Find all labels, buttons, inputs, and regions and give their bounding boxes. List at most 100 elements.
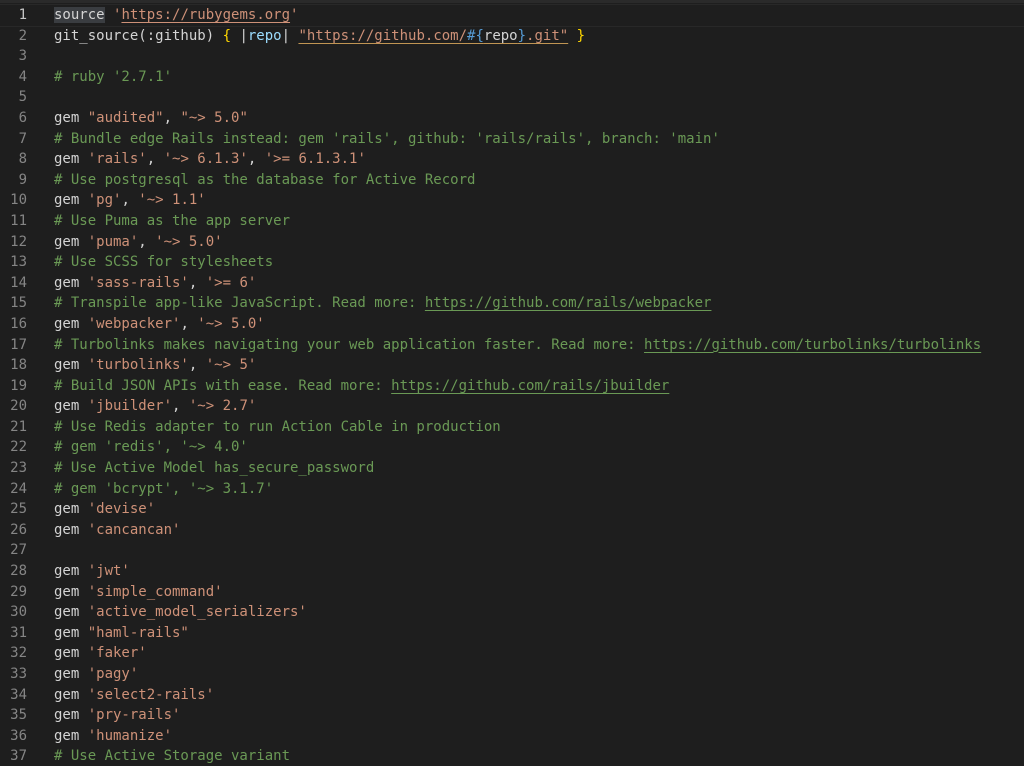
code-line[interactable]: 11 # Use Puma as the app server	[0, 211, 1024, 232]
line-number: 8	[18, 151, 27, 168]
line-code[interactable]: gem 'puma', '~> 5.0'	[54, 232, 223, 253]
line-number: 28	[10, 563, 27, 580]
code-token: gem	[54, 563, 88, 580]
code-line[interactable]: 35 gem 'pry-rails'	[0, 705, 1024, 726]
code-line[interactable]: 25 gem 'devise'	[0, 499, 1024, 520]
line-code[interactable]: gem 'devise'	[54, 499, 155, 520]
code-line[interactable]: 18 gem 'turbolinks', '~> 5'	[0, 355, 1024, 376]
line-code[interactable]: gem "haml-rails"	[54, 623, 189, 644]
code-token: '~> 1.1'	[138, 192, 206, 209]
code-line[interactable]: 33 gem 'pagy'	[0, 664, 1024, 685]
line-code[interactable]: # gem 'redis', '~> 4.0'	[54, 437, 248, 458]
code-line[interactable]: 4 # ruby '2.7.1'	[0, 67, 1024, 88]
code-token: 'sass-rails'	[87, 274, 189, 291]
code-token: # Use Active Storage variant	[54, 748, 291, 765]
code-line[interactable]: 15 # Transpile app-like JavaScript. Read …	[0, 293, 1024, 314]
code-token: 'rails'	[87, 151, 147, 168]
line-code[interactable]: gem 'select2-rails'	[54, 685, 214, 706]
line-code[interactable]: source 'https://rubygems.org'	[54, 5, 298, 26]
line-code[interactable]: gem 'webpacker', '~> 5.0'	[54, 314, 265, 335]
code-line[interactable]: 32 gem 'faker'	[0, 643, 1024, 664]
code-token: ,	[121, 192, 139, 209]
line-number: 7	[18, 130, 27, 147]
line-code[interactable]: gem 'cancancan'	[54, 520, 180, 541]
line-code[interactable]: gem 'faker'	[54, 643, 147, 664]
code-line[interactable]: 19 # Build JSON APIs with ease. Read more…	[0, 376, 1024, 397]
code-line[interactable]: 6 gem "audited", "~> 5.0"	[0, 108, 1024, 129]
code-line[interactable]: 1 source 'https://rubygems.org'	[0, 4, 1024, 27]
code-token: # ruby '2.7.1'	[54, 68, 173, 85]
line-code[interactable]: # Use SCSS for stylesheets	[54, 252, 273, 273]
line-number: 16	[10, 315, 27, 332]
code-line[interactable]: 10 gem 'pg', '~> 1.1'	[0, 190, 1024, 211]
code-line[interactable]: 8 gem 'rails', '~> 6.1.3', '>= 6.1.3.1'	[0, 149, 1024, 170]
code-token: # Turbolinks makes navigating your web a…	[54, 336, 645, 353]
code-token: 'puma'	[87, 233, 139, 250]
line-code[interactable]: # ruby '2.7.1'	[54, 67, 172, 88]
code-line[interactable]: 9 # Use postgresql as the database for Ac…	[0, 170, 1024, 191]
line-code[interactable]: gem 'pagy'	[54, 664, 138, 685]
line-code[interactable]: # Use Active Storage variant	[54, 746, 290, 766]
code-line[interactable]: 3	[0, 46, 1024, 67]
line-code[interactable]: gem 'pry-rails'	[54, 705, 180, 726]
code-token: 'jbuilder'	[87, 398, 173, 415]
line-number: 2	[18, 27, 27, 44]
code-line[interactable]: 31 gem "haml-rails"	[0, 623, 1024, 644]
code-line[interactable]: 36 gem 'humanize'	[0, 726, 1024, 747]
code-editor[interactable]: 1 source 'https://rubygems.org' 2 git_sourc…	[0, 0, 1024, 766]
code-line[interactable]: 37 # Use Active Storage variant	[0, 746, 1024, 766]
code-line[interactable]: 13 # Use SCSS for stylesheets	[0, 252, 1024, 273]
line-code[interactable]: gem 'turbolinks', '~> 5'	[54, 355, 256, 376]
code-line[interactable]: 27	[0, 540, 1024, 561]
line-code[interactable]: # Transpile app-like JavaScript. Read mo…	[54, 293, 711, 314]
code-line[interactable]: 2 git_source(:github) { |repo| "https://g…	[0, 26, 1024, 47]
line-code[interactable]: gem 'jwt'	[54, 561, 130, 582]
code-line[interactable]: 28 gem 'jwt'	[0, 561, 1024, 582]
code-line[interactable]: 34 gem 'select2-rails'	[0, 685, 1024, 706]
line-code[interactable]: gem 'active_model_serializers'	[54, 602, 307, 623]
line-code[interactable]: gem "audited", "~> 5.0"	[54, 108, 248, 129]
code-line[interactable]: 24 # gem 'bcrypt', '~> 3.1.7'	[0, 479, 1024, 500]
code-line[interactable]: 26 gem 'cancancan'	[0, 520, 1024, 541]
code-line[interactable]: 17 # Turbolinks makes navigating your web…	[0, 335, 1024, 356]
code-token: gem	[54, 315, 88, 332]
code-line[interactable]: 23 # Use Active Model has_secure_password	[0, 458, 1024, 479]
line-code[interactable]: # Build JSON APIs with ease. Read more: …	[54, 376, 669, 397]
code-lines[interactable]: 1 source 'https://rubygems.org' 2 git_sourc…	[0, 4, 1024, 766]
code-token: |	[231, 27, 248, 44]
code-token: gem	[54, 583, 88, 600]
line-code[interactable]: # Use postgresql as the database for Act…	[54, 170, 475, 191]
code-line[interactable]: 16 gem 'webpacker', '~> 5.0'	[0, 314, 1024, 335]
code-token: '~> 5.0'	[197, 315, 265, 332]
line-code[interactable]: # Use Active Model has_secure_password	[54, 458, 374, 479]
code-line[interactable]: 22 # gem 'redis', '~> 4.0'	[0, 437, 1024, 458]
code-token: .git"	[526, 27, 569, 44]
line-code[interactable]: gem 'jbuilder', '~> 2.7'	[54, 396, 256, 417]
line-code[interactable]: gem 'pg', '~> 1.1'	[54, 190, 206, 211]
code-token: https://github.com/rails/webpacker	[424, 295, 712, 312]
code-token: '	[290, 7, 299, 23]
line-code[interactable]: # Use Puma as the app server	[54, 211, 290, 232]
line-code[interactable]: # Turbolinks makes navigating your web a…	[54, 335, 981, 356]
code-line[interactable]: 14 gem 'sass-rails', '>= 6'	[0, 273, 1024, 294]
code-line[interactable]: 21 # Use Redis adapter to run Action Cabl…	[0, 417, 1024, 438]
line-number: 19	[10, 377, 27, 394]
line-code[interactable]: gem 'sass-rails', '>= 6'	[54, 273, 256, 294]
code-line[interactable]: 20 gem 'jbuilder', '~> 2.7'	[0, 396, 1024, 417]
line-code[interactable]: git_source(:github) { |repo| "https://gi…	[54, 26, 585, 47]
line-code[interactable]: # Bundle edge Rails instead: gem 'rails'…	[54, 129, 720, 150]
line-code[interactable]: # Use Redis adapter to run Action Cable …	[54, 417, 501, 438]
line-code[interactable]: gem 'rails', '~> 6.1.3', '>= 6.1.3.1'	[54, 149, 366, 170]
line-number: 23	[10, 460, 27, 477]
line-number: 4	[18, 68, 27, 85]
code-line[interactable]: 29 gem 'simple_command'	[0, 582, 1024, 603]
code-line[interactable]: 7 # Bundle edge Rails instead: gem 'rails…	[0, 129, 1024, 150]
line-code[interactable]: gem 'humanize'	[54, 726, 172, 747]
code-line[interactable]: 12 gem 'puma', '~> 5.0'	[0, 232, 1024, 253]
line-code[interactable]: gem 'simple_command'	[54, 582, 223, 603]
line-number: 18	[10, 357, 27, 374]
code-line[interactable]: 5	[0, 87, 1024, 108]
code-line[interactable]: 30 gem 'active_model_serializers'	[0, 602, 1024, 623]
line-code[interactable]: # gem 'bcrypt', '~> 3.1.7'	[54, 479, 273, 500]
